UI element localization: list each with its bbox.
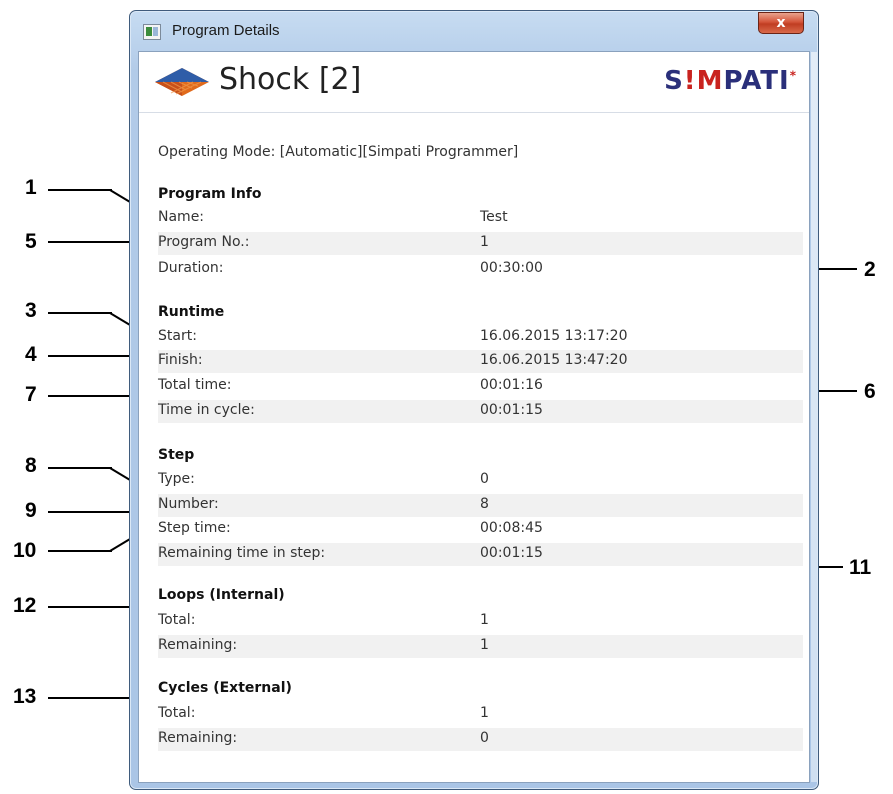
callout-13: 13 — [13, 685, 37, 708]
table-row: Total: 1 — [158, 703, 803, 726]
callout-line-10 — [48, 550, 112, 552]
row-value: 0 — [480, 730, 489, 746]
row-label: Time in cycle: — [158, 402, 255, 418]
callout-9: 9 — [25, 499, 37, 522]
row-label: Finish: — [158, 352, 203, 368]
row-label: Remaining: — [158, 730, 238, 746]
program-details-window: Program Details x Shock [2] S!MPATI* Ope… — [129, 10, 819, 790]
table-row: Number: 8 — [158, 494, 803, 517]
table-row: Type: 0 — [158, 469, 803, 492]
header-divider — [139, 112, 809, 113]
row-value: 00:01:15 — [480, 402, 543, 418]
row-label: Start: — [158, 328, 197, 344]
row-value: 1 — [480, 612, 489, 628]
section-title-cycles: Cycles (External) — [158, 680, 292, 696]
brand-logo: S!MPATI* — [664, 66, 797, 96]
row-value: 1 — [480, 637, 489, 653]
callout-1: 1 — [25, 176, 37, 199]
table-row: Total time: 00:01:16 — [158, 375, 803, 398]
row-label: Name: — [158, 209, 205, 225]
scrollbar[interactable] — [811, 52, 817, 782]
brand-part2: PATI — [723, 66, 790, 96]
operating-mode: Operating Mode: [Automatic][Simpati Prog… — [158, 144, 519, 160]
callout-line-1 — [48, 189, 112, 191]
callout-5: 5 — [25, 230, 37, 253]
row-label: Number: — [158, 496, 219, 512]
row-value: 16.06.2015 13:17:20 — [480, 328, 628, 344]
table-row: Start: 16.06.2015 13:17:20 — [158, 326, 803, 349]
callout-4: 4 — [25, 343, 37, 366]
callout-12: 12 — [13, 594, 37, 617]
row-label: Total: — [158, 705, 196, 721]
row-label: Step time: — [158, 520, 231, 536]
window-icon — [143, 24, 161, 40]
table-row: Program No.: 1 — [158, 232, 803, 255]
section-title-runtime: Runtime — [158, 304, 225, 320]
row-value: 1 — [480, 705, 489, 721]
section-title-loops: Loops (Internal) — [158, 587, 285, 603]
row-label: Total time: — [158, 377, 232, 393]
callout-11: 11 — [849, 556, 872, 579]
row-value: 00:01:16 — [480, 377, 543, 393]
row-label: Type: — [158, 471, 195, 487]
callout-3: 3 — [25, 299, 37, 322]
callout-line-3 — [48, 312, 112, 314]
row-value: 00:30:00 — [480, 260, 543, 276]
row-value: Test — [480, 209, 508, 225]
table-row: Step time: 00:08:45 — [158, 518, 803, 541]
callout-8: 8 — [25, 454, 37, 477]
table-row: Total: 1 — [158, 610, 803, 633]
row-value: 8 — [480, 496, 489, 512]
table-row: Name: Test — [158, 207, 803, 230]
program-logo-icon — [155, 68, 209, 96]
callout-7: 7 — [25, 383, 37, 406]
table-row: Finish: 16.06.2015 13:47:20 — [158, 350, 803, 373]
brand-mark: * — [789, 68, 797, 83]
row-value: 00:01:15 — [480, 545, 543, 561]
callout-10: 10 — [13, 539, 37, 562]
table-row: Remaining: 0 — [158, 728, 803, 751]
header: Shock [2] S!MPATI* — [139, 52, 809, 110]
row-label: Remaining time in step: — [158, 545, 326, 561]
row-label: Remaining: — [158, 637, 238, 653]
title-bar[interactable]: Program Details x — [130, 11, 818, 51]
callout-line-8 — [48, 467, 112, 469]
program-title: Shock [2] — [219, 62, 362, 97]
callout-6: 6 — [864, 380, 876, 403]
section-title-program-info: Program Info — [158, 186, 262, 202]
window-title: Program Details — [172, 22, 280, 39]
table-row: Duration: 00:30:00 — [158, 258, 803, 281]
brand-part1: S — [664, 66, 684, 96]
row-value: 0 — [480, 471, 489, 487]
row-value: 00:08:45 — [480, 520, 543, 536]
row-value: 1 — [480, 234, 489, 250]
brand-accent: !M — [683, 66, 724, 96]
table-row: Remaining time in step: 00:01:15 — [158, 543, 803, 566]
row-label: Duration: — [158, 260, 224, 276]
table-row: Remaining: 1 — [158, 635, 803, 658]
row-value: 16.06.2015 13:47:20 — [480, 352, 628, 368]
table-row: Time in cycle: 00:01:15 — [158, 400, 803, 423]
row-label: Total: — [158, 612, 196, 628]
client-area: Shock [2] S!MPATI* Operating Mode: [Auto… — [138, 51, 817, 783]
row-label: Program No.: — [158, 234, 250, 250]
close-button[interactable]: x — [758, 12, 804, 34]
section-title-step: Step — [158, 447, 195, 463]
callout-2: 2 — [864, 258, 876, 281]
